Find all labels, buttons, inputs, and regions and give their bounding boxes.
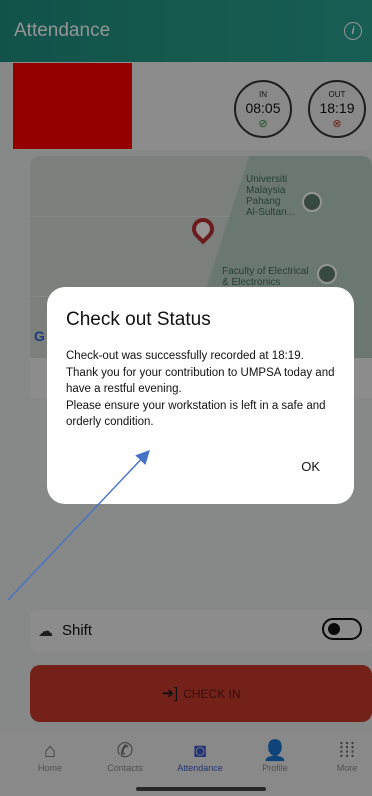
annotation-arrow [7,449,150,601]
